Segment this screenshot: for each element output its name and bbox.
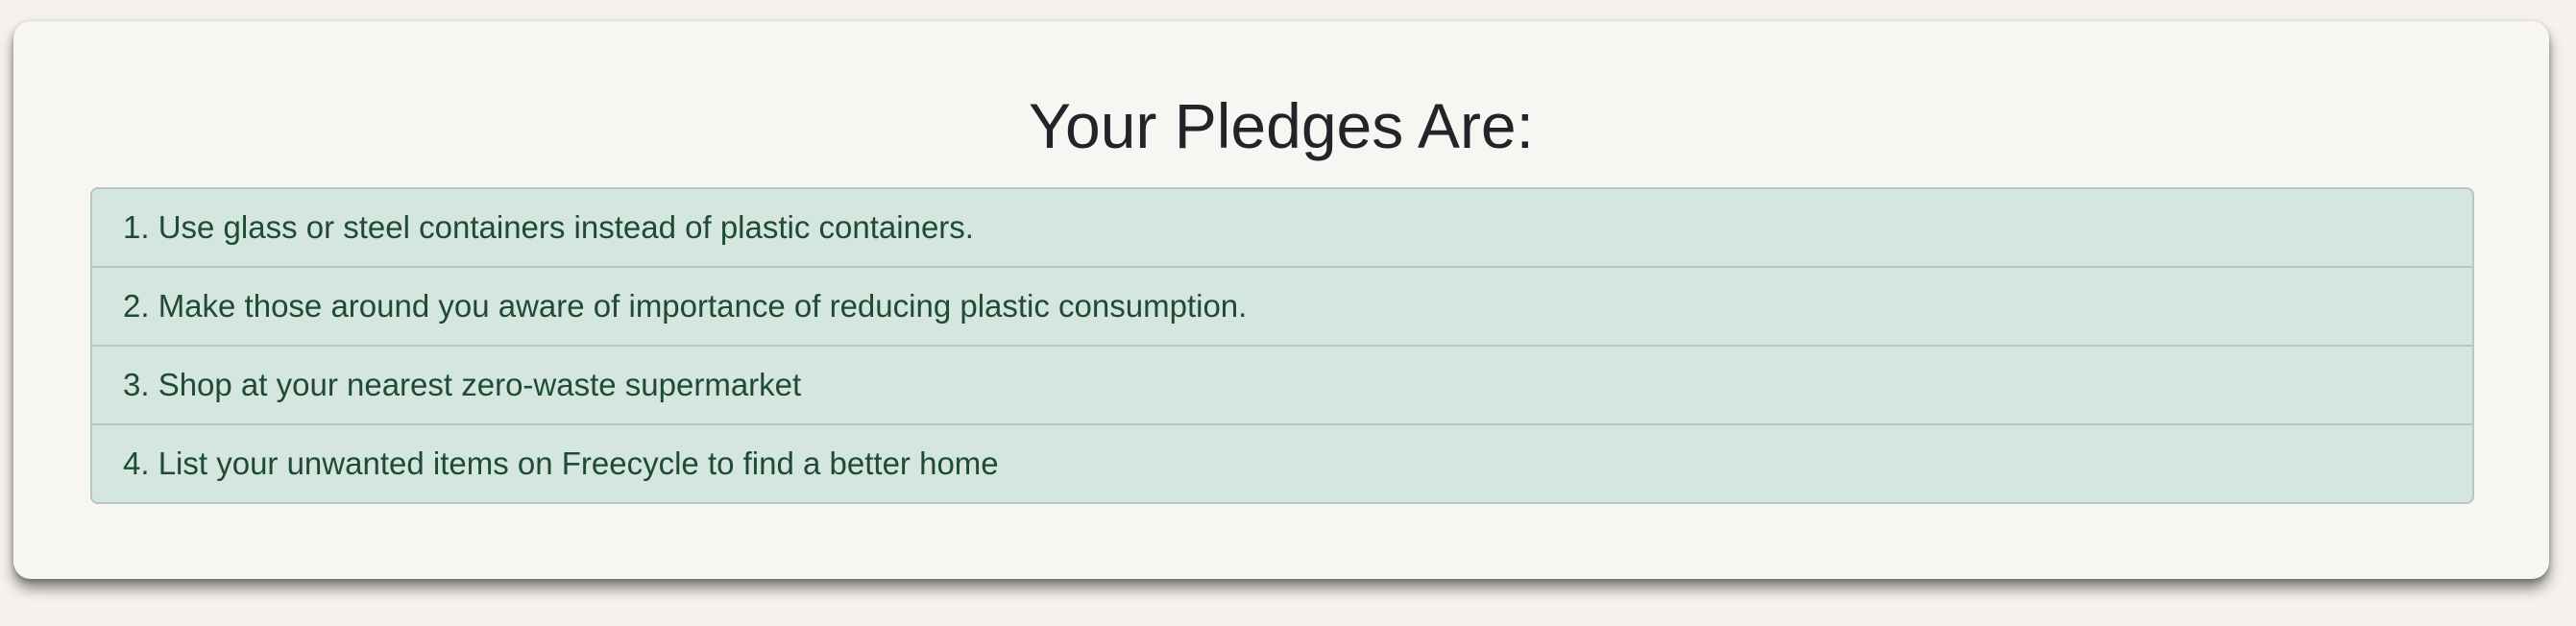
pledges-card: Your Pledges Are: 1. Use glass or steel … xyxy=(13,21,2549,579)
pledge-item-2: 2. Make those around you aware of import… xyxy=(92,266,2472,345)
page-title: Your Pledges Are: xyxy=(1029,90,1534,161)
pledge-item-3: 3. Shop at your nearest zero-waste super… xyxy=(92,345,2472,423)
pledge-item-4: 4. List your unwanted items on Freecycle… xyxy=(92,423,2472,502)
pledge-item-1: 1. Use glass or steel containers instead… xyxy=(123,209,974,245)
pledge-list: 1. Use glass or steel containers instead… xyxy=(90,187,2474,504)
